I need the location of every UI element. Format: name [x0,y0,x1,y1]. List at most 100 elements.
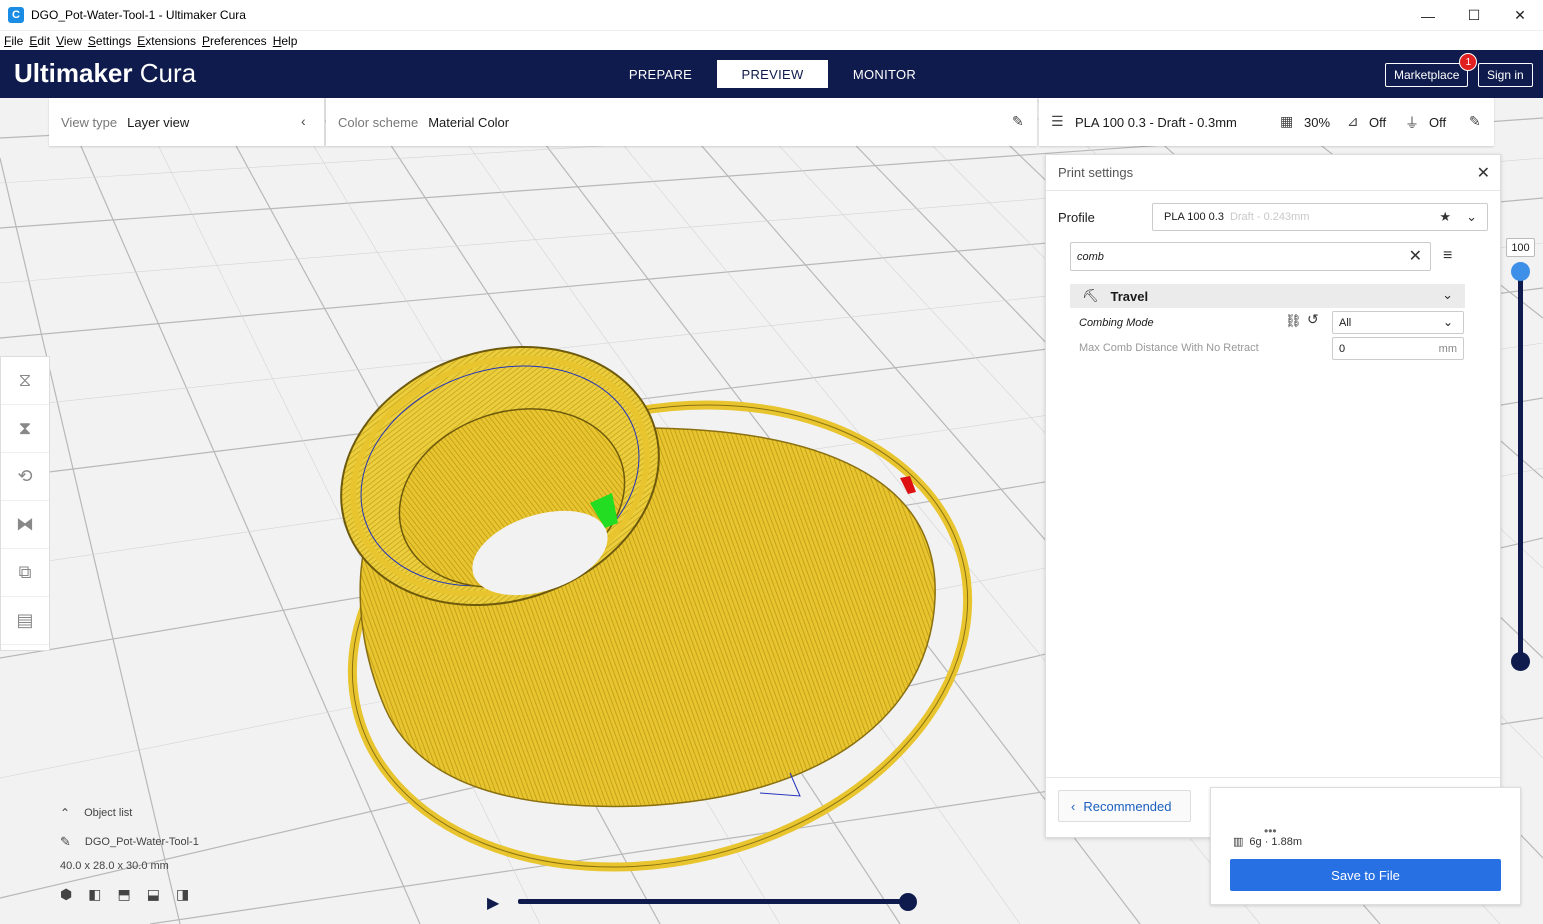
maximize-button[interactable]: ☐ [1451,0,1497,31]
save-to-file-button[interactable]: Save to File [1230,859,1501,891]
layer-slider-bottom-handle[interactable] [1511,652,1530,671]
object-name[interactable]: DGO_Pot-Water-Tool-1 [85,836,199,848]
marketplace-label: Marketplace [1394,68,1460,82]
marketplace-button[interactable]: Marketplace 1 [1385,53,1478,87]
reset-icon[interactable]: ↺ [1307,311,1319,328]
clear-search-icon[interactable]: ✕ [1409,246,1422,266]
mirror-tool-icon[interactable]: ⧓ [1,501,49,549]
infill-icon: ▦ [1280,113,1294,129]
chevron-down-icon: ⌄ [1442,315,1453,329]
window-title: DGO_Pot-Water-Tool-1 - Ultimaker Cura [31,8,246,22]
view-top-icon[interactable]: ⬒ [117,886,130,903]
max-comb-unit: mm [1438,342,1457,355]
pencil-icon[interactable]: ✎ [1012,113,1024,130]
profile-icon: ☰ [1051,113,1064,129]
recommended-button[interactable]: ‹ Recommended [1058,790,1191,822]
chevron-down-icon: ⌄ [1442,287,1453,302]
view-3d-icon[interactable]: ⬢ [60,886,72,903]
view-front-icon[interactable]: ◧ [88,886,101,903]
menu-edit[interactable]: Edit [29,34,50,48]
chevron-up-icon[interactable]: ⌃ [60,806,70,820]
spool-icon: ▥ [1233,836,1244,848]
support-icon: ⊿ [1347,113,1359,129]
minimize-button[interactable]: — [1405,0,1451,31]
tab-preview[interactable]: PREVIEW [717,60,828,88]
link-icon[interactable]: ⛓ [1285,313,1302,329]
menu-preferences[interactable]: Preferences [202,34,267,48]
cura-app-icon: C [8,7,24,23]
view-left-icon[interactable]: ⬓ [147,886,160,903]
rotate-tool-icon[interactable]: ⟲ [1,453,49,501]
support-blocker-icon[interactable]: ▤ [1,597,49,645]
close-window-button[interactable]: ✕ [1497,0,1543,31]
menu-settings[interactable]: Settings [88,34,131,48]
max-comb-value: 0 [1339,342,1346,355]
output-panel: ••• ▥ 6g · 1.88m Save to File [1210,787,1521,905]
menu-extensions[interactable]: Extensions [137,34,196,48]
print-settings-panel: Print settings ✕ Profile PLA 100 0.3 Dra… [1045,154,1501,838]
view-type-label: View type [61,114,118,130]
color-scheme-panel[interactable]: Color scheme Material Color ✎ [326,98,1037,146]
tab-monitor[interactable]: MONITOR [829,60,940,88]
move-tool-icon[interactable]: ⧖ [1,357,49,405]
tool-column: ⧖ ⧗ ⟲ ⧓ ⧉ ▤ [0,356,50,651]
combing-mode-label: Combing Mode [1079,317,1154,329]
profile-summary: PLA 100 0.3 - Draft - 0.3mm [1075,115,1237,130]
marketplace-badge: 1 [1459,53,1478,71]
brand-logo: Ultimaker Cura [14,58,197,88]
settings-search-input[interactable]: comb ✕ [1070,242,1431,271]
adhesion-icon: ⏚ [1405,115,1419,131]
settings-menu-icon[interactable]: ≡ [1443,247,1452,265]
stage-tabs: PREPARE PREVIEW MONITOR [605,60,941,88]
profile-label: Profile [1058,210,1095,225]
print-settings-title: Print settings [1046,155,1500,191]
object-list-title[interactable]: Object list [84,807,132,819]
recommended-label: Recommended [1083,798,1172,814]
category-travel[interactable]: ⛏ Travel ⌄ [1070,284,1465,308]
color-scheme-value[interactable]: Material Color [428,115,509,130]
print-setup-summary[interactable]: ☰ PLA 100 0.3 - Draft - 0.3mm ▦ 30% ⊿ Of… [1039,98,1494,146]
chevron-down-icon: ⌄ [1466,209,1477,224]
infill-value: 30% [1304,115,1331,130]
combing-mode-select[interactable]: All ⌄ [1332,311,1464,334]
layer-number-label[interactable]: 100 [1506,238,1535,257]
color-scheme-label: Color scheme [338,114,419,130]
profile-name: PLA 100 0.3 [1164,211,1224,223]
combing-mode-value: All [1339,316,1352,329]
play-icon[interactable]: ▶ [487,893,499,913]
pencil-icon[interactable]: ✎ [60,834,71,850]
max-comb-label: Max Comb Distance With No Retract [1079,342,1259,354]
view-right-icon[interactable]: ◨ [176,886,189,903]
object-dimensions: 40.0 x 28.0 x 30.0 mm [60,860,169,872]
adhesion-value: Off [1429,115,1447,130]
app-header: Ultimaker Cura PREPARE PREVIEW MONITOR M… [0,50,1543,98]
layer-slider-top-handle[interactable] [1511,262,1530,281]
close-icon[interactable]: ✕ [1477,163,1490,183]
layer-slider-track[interactable] [1518,270,1523,662]
menu-bar: File Edit View Settings Extensions Prefe… [0,31,1543,50]
search-value: comb [1077,250,1104,263]
category-label: Travel [1110,288,1149,304]
chevron-left-icon[interactable]: ‹ [301,113,306,129]
view-type-value[interactable]: Layer view [127,115,189,130]
window-titlebar: C DGO_Pot-Water-Tool-1 - Ultimaker Cura … [0,0,1543,31]
per-model-settings-icon[interactable]: ⧉ [1,549,49,597]
path-slider-track[interactable] [518,899,910,904]
signin-button[interactable]: Sign in [1478,63,1533,87]
support-value: Off [1369,115,1387,130]
profile-dropdown[interactable]: PLA 100 0.3 Draft - 0.243mm ★ ⌄ [1152,203,1488,231]
tab-prepare[interactable]: PREPARE [605,60,716,88]
chevron-left-icon: ‹ [1071,798,1076,814]
star-icon[interactable]: ★ [1439,209,1451,225]
travel-icon: ⛏ [1082,288,1099,303]
scale-tool-icon[interactable]: ⧗ [1,405,49,453]
menu-help[interactable]: Help [273,34,298,48]
menu-file[interactable]: File [4,34,23,48]
max-comb-input[interactable]: 0 mm [1332,337,1464,360]
path-slider-handle[interactable] [899,893,917,911]
profile-sub: Draft - 0.243mm [1229,211,1310,223]
pencil-icon[interactable]: ✎ [1469,113,1481,130]
view-type-panel[interactable]: View type Layer view ‹ [49,98,325,146]
menu-view[interactable]: View [56,34,82,48]
print-estimate: ▥ 6g · 1.88m [1233,835,1302,849]
